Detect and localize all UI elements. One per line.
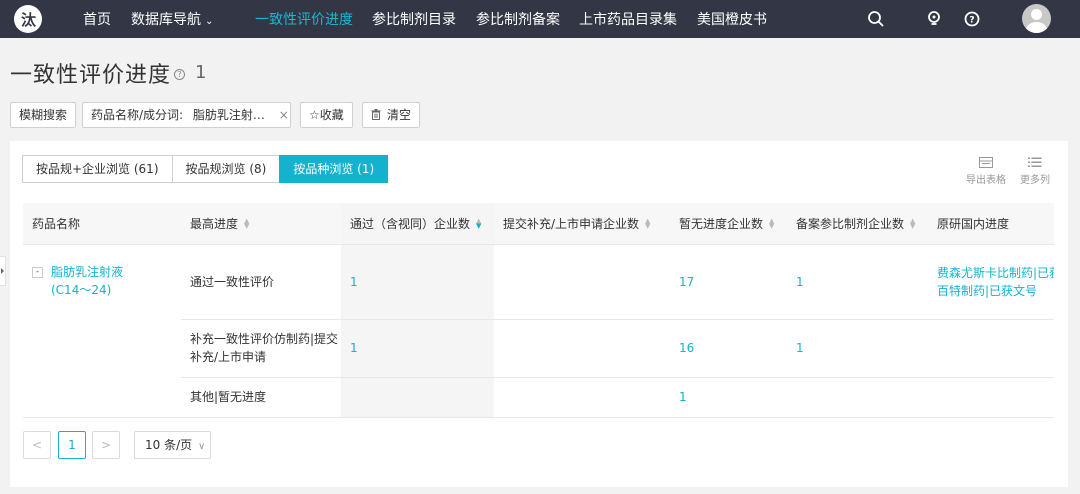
- original-progress-cell: [928, 377, 1054, 418]
- submitted-count: [494, 377, 670, 418]
- tab-spec-company[interactable]: 按品规+企业浏览 (61): [22, 155, 173, 183]
- original-progress-cell: 费森尤斯卡比制药|已获文号 百特制药|已获文号: [928, 244, 1054, 320]
- sort-desc-icon[interactable]: ▲ ▼: [476, 218, 481, 230]
- col-label: 备案参比制剂企业数: [796, 216, 905, 231]
- nav-item-marketed-drugs[interactable]: 上市药品目录集: [579, 9, 677, 29]
- page-1-button[interactable]: 1: [58, 431, 86, 459]
- page-title: 一致性评价进度: [10, 63, 172, 88]
- help-circle-icon[interactable]: ?: [962, 9, 982, 29]
- clear-label: 清空: [387, 108, 412, 122]
- drug-name-link[interactable]: 脂肪乳注射液(C14～24): [51, 263, 151, 299]
- chevron-down-icon: ⌄: [205, 16, 214, 27]
- table-row: - 脂肪乳注射液(C14～24) 通过一致性评价 1 17 1 费森尤斯卡比制药…: [23, 244, 1054, 418]
- nav-item-label: 数据库导航: [131, 12, 201, 28]
- original-progress-link[interactable]: 费森尤斯卡比制药|已获文号: [937, 264, 1054, 282]
- passed-count: [341, 377, 494, 418]
- tab-spec[interactable]: 按品规浏览 (8): [171, 155, 281, 183]
- col-label: 通过（含视同）企业数: [350, 216, 471, 231]
- ref-filing-count[interactable]: 1: [787, 244, 928, 320]
- bulb-icon[interactable]: [924, 9, 944, 29]
- sort-icon[interactable]: ▲ ▼: [910, 218, 915, 230]
- col-label: 最高进度: [190, 216, 239, 231]
- favorite-button[interactable]: ☆收藏: [300, 102, 353, 128]
- col-passed-count[interactable]: 通过（含视同）企业数 ▲ ▼: [341, 203, 494, 245]
- col-original-progress: 原研国内进度: [928, 203, 1054, 245]
- passed-count[interactable]: 1: [341, 319, 494, 378]
- tab-variety[interactable]: 按品种浏览 (1): [279, 155, 389, 183]
- col-highest-progress[interactable]: 最高进度 ▲ ▼: [181, 203, 341, 245]
- more-columns-button[interactable]: 更多列: [1020, 155, 1050, 186]
- search-icon[interactable]: [866, 9, 886, 29]
- filter-tag-value: 脂肪乳注射…: [192, 108, 265, 122]
- col-drug-name: 药品名称: [23, 203, 181, 245]
- progress-cell: 补充一致性评价仿制药|提交补充/上市申请: [181, 319, 341, 378]
- page-size-select[interactable]: 10 条/页 ∨: [134, 431, 211, 459]
- passed-count[interactable]: 1: [341, 244, 494, 320]
- original-progress-link[interactable]: 百特制药|已获文号: [937, 282, 1054, 300]
- nav-item-consistency-progress[interactable]: 一致性评价进度: [255, 9, 353, 29]
- table-icon: [979, 156, 993, 168]
- no-progress-count[interactable]: 1: [670, 377, 787, 418]
- nav-item-reference-filing[interactable]: 参比制剂备案: [476, 9, 560, 29]
- page-size-label: 10 条/页: [145, 438, 193, 452]
- filter-tag-label: 药品名称/成分词:: [91, 108, 184, 122]
- avatar[interactable]: [1022, 4, 1051, 33]
- submitted-count: [494, 244, 670, 320]
- sort-icon[interactable]: ▲ ▼: [244, 218, 249, 230]
- svg-text:?: ?: [969, 16, 974, 26]
- nav-item-reference-catalog[interactable]: 参比制剂目录: [372, 9, 456, 29]
- filter-tag: 药品名称/成分词: 脂肪乳注射… ×: [82, 102, 291, 128]
- col-label: 提交补充/上市申请企业数: [503, 216, 640, 231]
- no-progress-count[interactable]: 17: [670, 244, 787, 320]
- result-count: 1: [195, 62, 207, 83]
- help-icon[interactable]: ?: [174, 69, 185, 80]
- next-page-button[interactable]: >: [92, 431, 120, 459]
- submitted-count: [494, 319, 670, 378]
- drug-cell: - 脂肪乳注射液(C14～24): [23, 244, 181, 418]
- col-label: 暂无进度企业数: [679, 216, 764, 231]
- chevron-down-icon: ∨: [197, 441, 206, 452]
- nav-item-database-nav[interactable]: 数据库导航 ⌄: [131, 9, 213, 29]
- sort-icon[interactable]: ▲ ▼: [645, 218, 650, 230]
- ref-filing-count[interactable]: 1: [787, 319, 928, 378]
- list-icon: [1028, 157, 1042, 167]
- sidebar-toggle-handle[interactable]: [0, 256, 6, 286]
- progress-cell: 通过一致性评价: [181, 244, 341, 320]
- sort-icon[interactable]: ▲ ▼: [769, 218, 774, 230]
- no-progress-count[interactable]: 16: [670, 319, 787, 378]
- logo-glyph: 汰: [21, 11, 37, 29]
- col-no-progress-count[interactable]: 暂无进度企业数 ▲ ▼: [670, 203, 787, 245]
- logo[interactable]: 汰: [14, 5, 42, 33]
- export-label: 导出表格: [966, 175, 1006, 186]
- clear-button[interactable]: 清空: [362, 102, 421, 128]
- trash-icon: [371, 109, 381, 120]
- close-icon[interactable]: ×: [279, 108, 289, 122]
- top-nav: 汰 首页 数据库导航 ⌄ 一致性评价进度 参比制剂目录 参比制剂备案 上市药品目录…: [0, 0, 1080, 38]
- results-panel: 按品规+企业浏览 (61) 按品规浏览 (8) 按品种浏览 (1) 导出表格 更…: [10, 141, 1068, 487]
- more-columns-label: 更多列: [1020, 175, 1050, 186]
- original-progress-cell: [928, 319, 1054, 378]
- collapse-icon[interactable]: -: [32, 266, 43, 278]
- col-ref-filing-count[interactable]: 备案参比制剂企业数 ▲ ▼: [787, 203, 928, 245]
- fuzzy-search-button[interactable]: 模糊搜索: [10, 102, 77, 128]
- nav-item-home[interactable]: 首页: [83, 9, 111, 29]
- view-tabs: 按品规+企业浏览 (61) 按品规浏览 (8) 按品种浏览 (1): [22, 155, 389, 183]
- results-table: 药品名称 最高进度 ▲ ▼ 通过（含视同）企业数 ▲ ▼ 提交补充/上市申请企业数 ▲ ▼ …: [23, 203, 1054, 418]
- export-table-button[interactable]: 导出表格: [966, 155, 1006, 186]
- table-header-row: 药品名称 最高进度 ▲ ▼ 通过（含视同）企业数 ▲ ▼ 提交补充/上市申请企业数 ▲ ▼ …: [23, 203, 1054, 245]
- prev-page-button[interactable]: <: [23, 431, 51, 459]
- progress-cell: 其他|暂无进度: [181, 377, 341, 418]
- ref-filing-count: [787, 377, 928, 418]
- col-submitted-count[interactable]: 提交补充/上市申请企业数 ▲ ▼: [494, 203, 670, 245]
- nav-item-orange-book[interactable]: 美国橙皮书: [697, 9, 767, 29]
